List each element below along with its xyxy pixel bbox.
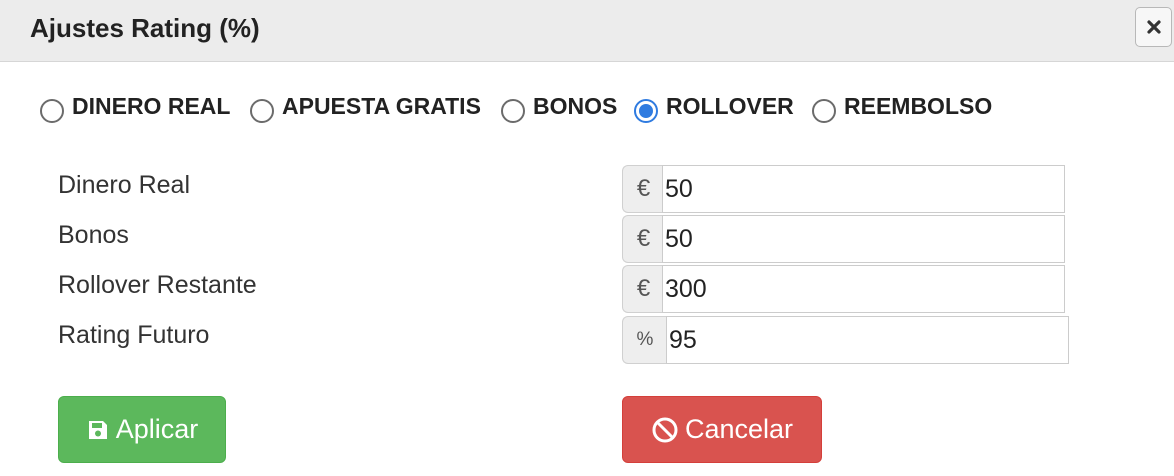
percent-addon: % bbox=[622, 316, 667, 364]
rollover-restante-input[interactable] bbox=[662, 265, 1065, 313]
close-icon bbox=[1146, 20, 1161, 34]
euro-addon: € bbox=[622, 165, 664, 213]
radio-label: BONOS bbox=[533, 93, 618, 119]
cancel-label: Cancelar bbox=[684, 414, 794, 444]
cancel-button[interactable]: Cancelar bbox=[622, 396, 822, 463]
ban-icon bbox=[651, 416, 679, 444]
radio-button[interactable] bbox=[40, 99, 64, 123]
radio-button[interactable] bbox=[812, 99, 836, 123]
floppy-disk-icon bbox=[86, 418, 110, 442]
field-label-rating-futuro: Rating Futuro bbox=[58, 321, 210, 349]
bonos-input[interactable] bbox=[662, 215, 1065, 263]
apply-button[interactable]: Aplicar bbox=[58, 396, 226, 463]
field-label-rollover-restante: Rollover Restante bbox=[58, 271, 257, 299]
radio-label: ROLLOVER bbox=[666, 93, 794, 119]
apply-label: Aplicar bbox=[115, 414, 199, 444]
radio-button-checked[interactable] bbox=[634, 99, 658, 123]
euro-addon: € bbox=[622, 265, 664, 313]
radio-label: DINERO REAL bbox=[72, 93, 231, 119]
field-label-dinero-real: Dinero Real bbox=[58, 171, 191, 199]
close-button[interactable] bbox=[1135, 7, 1172, 47]
radio-button[interactable] bbox=[501, 99, 525, 123]
dialog-title: Ajustes Rating (%) bbox=[30, 13, 260, 43]
radio-label: REEMBOLSO bbox=[844, 93, 993, 119]
field-label-bonos: Bonos bbox=[58, 221, 129, 249]
dinero-real-input[interactable] bbox=[662, 165, 1065, 213]
euro-addon: € bbox=[622, 215, 664, 263]
dialog-header: Ajustes Rating (%) bbox=[0, 0, 1174, 62]
rating-futuro-input[interactable] bbox=[666, 316, 1069, 364]
radio-label: APUESTA GRATIS bbox=[282, 93, 481, 119]
radio-button[interactable] bbox=[250, 99, 274, 123]
